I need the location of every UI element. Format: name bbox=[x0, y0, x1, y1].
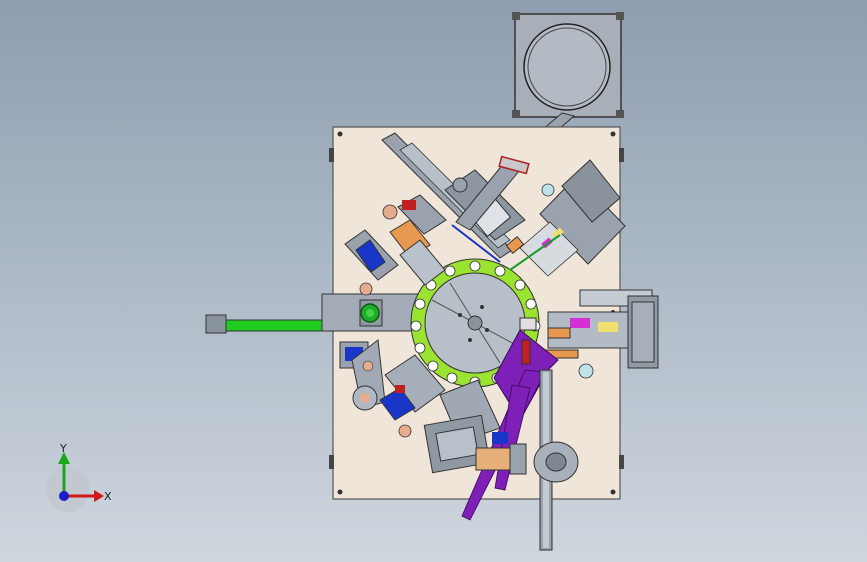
top-motor-housing bbox=[512, 12, 624, 118]
axis-triad: Y X bbox=[46, 442, 112, 512]
cad-viewport[interactable]: Y X bbox=[0, 0, 867, 562]
left-feed-conveyor[interactable] bbox=[205, 293, 421, 334]
x-axis-label: X bbox=[104, 490, 112, 503]
y-axis-label: Y bbox=[59, 442, 67, 455]
z-axis-dot bbox=[59, 491, 69, 501]
